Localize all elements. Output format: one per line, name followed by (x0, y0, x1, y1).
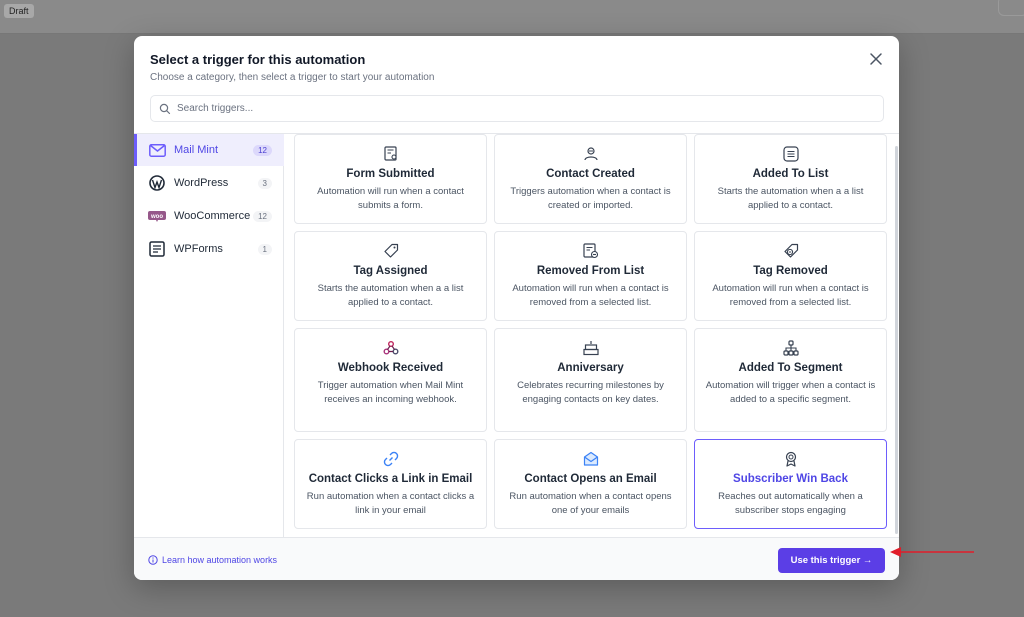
background-corner-button (998, 0, 1024, 16)
trigger-card-contact-clicks-link[interactable]: Contact Clicks a Link in Email Run autom… (294, 439, 487, 529)
modal-footer: Learn how automation works Use this trig… (134, 537, 899, 580)
modal-title: Select a trigger for this automation (150, 52, 366, 67)
annotation-arrow-icon (890, 547, 974, 557)
trigger-description: Automation will run when a contact is re… (712, 283, 869, 308)
award-icon (695, 451, 886, 467)
trigger-description: Triggers automation when a contact is cr… (510, 186, 671, 211)
link-icon (295, 451, 486, 467)
trigger-title: Contact Opens an Email (524, 473, 657, 485)
close-icon[interactable] (869, 52, 883, 66)
trigger-title: Form Submitted (346, 168, 435, 180)
contact-icon (495, 146, 686, 162)
trigger-title: Anniversary (557, 362, 624, 374)
trigger-card-added-to-segment[interactable]: Added To Segment Automation will trigger… (694, 328, 887, 432)
background-toolbar: Draft (0, 0, 1024, 34)
trigger-grid: Form Submitted Automation will run when … (285, 134, 899, 537)
list-remove-icon (495, 243, 686, 259)
segment-icon (695, 340, 886, 356)
trigger-title: Added To Segment (738, 362, 843, 374)
trigger-description: Run automation when a contact clicks a l… (306, 491, 475, 516)
trigger-description: Reaches out automatically when a subscri… (718, 491, 863, 516)
category-wordpress[interactable]: WordPress 3 (134, 167, 284, 199)
learn-link-label: Learn how automation works (162, 555, 278, 565)
trigger-description: Automation will run when a contact is re… (512, 283, 669, 308)
trigger-title: Removed From List (536, 265, 645, 277)
learn-automation-link[interactable]: Learn how automation works (148, 555, 277, 565)
draft-badge: Draft (4, 4, 34, 18)
info-icon (148, 555, 158, 565)
trigger-description: Run automation when a contact opens one … (509, 491, 672, 516)
mail-mint-icon (148, 141, 166, 159)
use-trigger-button[interactable]: Use this trigger → (778, 548, 885, 573)
category-label: WordPress (174, 177, 229, 189)
search-field (150, 95, 884, 122)
category-sidebar: Mail Mint 12 WordPress 3 woo WooCommerce… (134, 134, 284, 537)
trigger-title: Subscriber Win Back (733, 473, 848, 485)
trigger-title: Tag Removed (753, 265, 828, 277)
category-count: 12 (253, 210, 272, 222)
trigger-card-removed-from-list[interactable]: Removed From List Automation will run wh… (494, 231, 687, 321)
trigger-card-tag-removed[interactable]: Tag Removed Automation will run when a c… (694, 231, 887, 321)
trigger-card-webhook-received[interactable]: Webhook Received Trigger automation when… (294, 328, 487, 432)
trigger-description: Automation will trigger when a contact i… (705, 380, 876, 405)
trigger-description: Starts the automation when a a list appl… (717, 186, 864, 211)
woocommerce-icon: woo (148, 207, 166, 225)
trigger-card-anniversary[interactable]: Anniversary Celebrates recurring milesto… (494, 328, 687, 432)
category-label: WooCommerce (174, 210, 251, 222)
wordpress-icon (148, 174, 166, 192)
trigger-card-added-to-list[interactable]: Added To List Starts the automation when… (694, 134, 887, 224)
form-icon (295, 146, 486, 162)
search-input[interactable] (177, 96, 877, 121)
category-count: 12 (253, 144, 272, 156)
webhook-icon (295, 340, 486, 356)
grid-scrollbar[interactable] (895, 146, 898, 534)
category-woocommerce[interactable]: woo WooCommerce 12 (134, 200, 284, 232)
list-icon (695, 146, 886, 162)
category-label: WPForms (174, 243, 223, 255)
category-count: 1 (257, 243, 272, 255)
tag-icon (295, 243, 486, 259)
trigger-card-tag-assigned[interactable]: Tag Assigned Starts the automation when … (294, 231, 487, 321)
trigger-card-contact-opens-email[interactable]: Contact Opens an Email Run automation wh… (494, 439, 687, 529)
category-wpforms[interactable]: WPForms 1 (134, 233, 284, 265)
trigger-description: Celebrates recurring milestones by engag… (517, 380, 664, 405)
trigger-card-subscriber-win-back[interactable]: Subscriber Win Back Reaches out automati… (694, 439, 887, 529)
category-count: 3 (257, 177, 272, 189)
svg-text:woo: woo (150, 214, 163, 220)
trigger-card-contact-created[interactable]: Contact Created Triggers automation when… (494, 134, 687, 224)
wpforms-icon (148, 240, 166, 258)
trigger-description: Starts the automation when a a list appl… (317, 283, 464, 308)
trigger-title: Webhook Received (337, 362, 444, 374)
cake-icon (495, 340, 686, 356)
search-icon (159, 103, 171, 115)
tag-remove-icon (695, 243, 886, 259)
trigger-description: Automation will run when a contact submi… (317, 186, 464, 211)
trigger-title: Added To List (752, 168, 829, 180)
email-open-icon (495, 451, 686, 467)
trigger-description: Trigger automation when Mail Mint receiv… (317, 380, 464, 405)
trigger-modal: Select a trigger for this automation Cho… (134, 36, 899, 580)
trigger-title: Contact Created (546, 168, 635, 180)
trigger-card-form-submitted[interactable]: Form Submitted Automation will run when … (294, 134, 487, 224)
trigger-title: Contact Clicks a Link in Email (308, 473, 473, 485)
modal-subtitle: Choose a category, then select a trigger… (150, 72, 435, 83)
category-mail-mint[interactable]: Mail Mint 12 (134, 134, 284, 166)
category-label: Mail Mint (174, 144, 219, 156)
trigger-title: Tag Assigned (353, 265, 428, 277)
